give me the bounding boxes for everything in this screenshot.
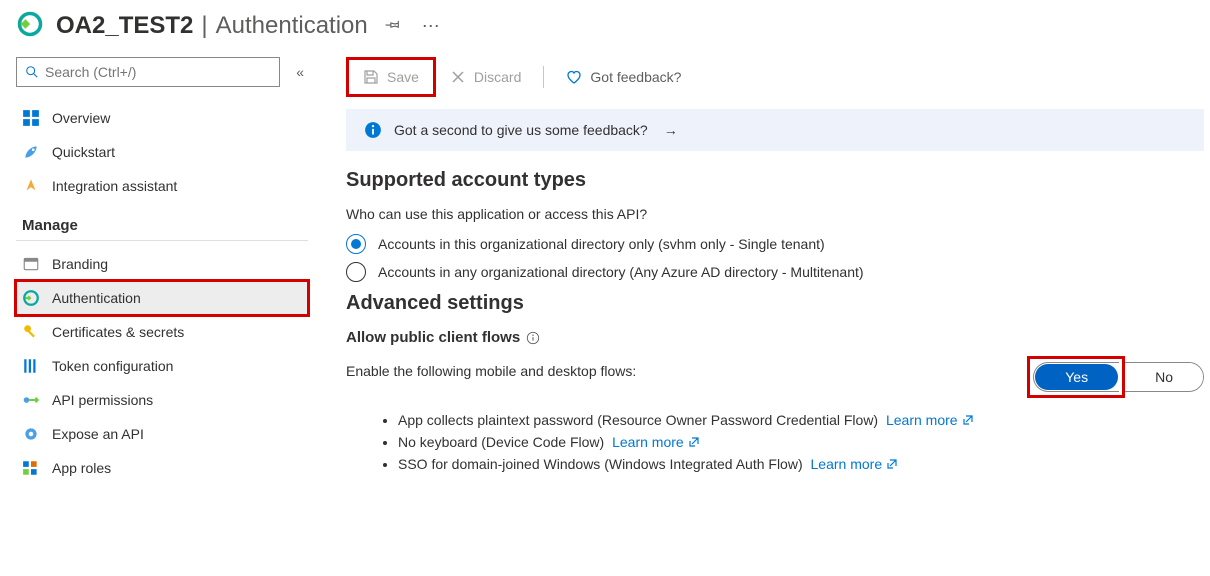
- public-client-flows-toggle-no: No: [1125, 362, 1204, 392]
- list-item: SSO for domain-joined Windows (Windows I…: [398, 456, 1204, 472]
- sidebar-item-label: Authentication: [52, 290, 141, 306]
- quickstart-icon: [22, 143, 40, 161]
- api-permissions-icon: [22, 391, 40, 409]
- chevron-double-left-icon: «: [296, 64, 304, 80]
- page-header: OA2_TEST2 | Authentication ⋯: [0, 0, 1210, 57]
- pin-button[interactable]: [380, 11, 406, 40]
- sidebar-item-label: Expose an API: [52, 426, 144, 442]
- feedback-label: Got feedback?: [590, 69, 681, 85]
- public-client-flows-toggle: Yes: [1033, 362, 1119, 392]
- sidebar-item-expose-api[interactable]: Expose an API: [16, 417, 308, 451]
- flows-list: App collects plaintext password (Resourc…: [346, 412, 1204, 472]
- sidebar-item-label: Certificates & secrets: [52, 324, 184, 340]
- learn-more-link[interactable]: Learn more: [811, 456, 899, 472]
- discard-label: Discard: [474, 69, 521, 85]
- radio-label: Accounts in any organizational directory…: [378, 264, 864, 280]
- sidebar-item-integration-assistant[interactable]: Integration assistant: [16, 169, 308, 203]
- learn-more-link[interactable]: Learn more: [612, 434, 700, 450]
- list-item: No keyboard (Device Code Flow) Learn mor…: [398, 434, 1204, 450]
- feedback-banner-text: Got a second to give us some feedback?: [394, 122, 648, 138]
- external-link-icon: [962, 414, 974, 426]
- sidebar-item-certificates-secrets[interactable]: Certificates & secrets: [16, 315, 308, 349]
- pin-icon: [384, 15, 402, 33]
- search-icon: [25, 65, 39, 79]
- sidebar-item-label: API permissions: [52, 392, 153, 408]
- account-types-question: Who can use this application or access t…: [346, 206, 1204, 222]
- sidebar-item-label: Branding: [52, 256, 108, 272]
- sidebar-item-label: Overview: [52, 110, 110, 126]
- page-title: OA2_TEST2 | Authentication: [56, 12, 368, 40]
- main-content: Save Discard Got feedback? Got a second …: [320, 57, 1210, 498]
- search-input[interactable]: [45, 64, 271, 80]
- sidebar-item-overview[interactable]: Overview: [16, 101, 308, 135]
- sidebar: « Overview Quickstart Integration assist…: [0, 57, 320, 498]
- external-link-icon: [886, 458, 898, 470]
- discard-button[interactable]: Discard: [440, 63, 531, 91]
- ellipsis-icon: ⋯: [422, 16, 442, 36]
- sidebar-section-manage: Manage: [16, 203, 308, 241]
- radio-icon: [346, 262, 366, 282]
- sidebar-item-branding[interactable]: Branding: [16, 247, 308, 281]
- got-feedback-button[interactable]: Got feedback?: [556, 63, 691, 91]
- overview-icon: [22, 109, 40, 127]
- sidebar-item-label: Integration assistant: [52, 178, 177, 194]
- advanced-settings-heading: Advanced settings: [346, 292, 1204, 315]
- sidebar-item-app-roles[interactable]: App roles: [16, 451, 308, 485]
- heart-icon: [566, 69, 582, 85]
- key-icon: [22, 323, 40, 341]
- learn-more-link[interactable]: Learn more: [886, 412, 974, 428]
- rocket-icon: [22, 177, 40, 195]
- sidebar-item-label: Token configuration: [52, 358, 173, 374]
- app-name: OA2_TEST2: [56, 12, 193, 40]
- search-container[interactable]: [16, 57, 280, 87]
- collapse-sidebar-button[interactable]: «: [292, 60, 308, 84]
- flow-text: App collects plaintext password (Resourc…: [398, 412, 878, 428]
- toolbar: Save Discard Got feedback?: [346, 57, 1204, 97]
- app-roles-icon: [22, 459, 40, 477]
- radio-label: Accounts in this organizational director…: [378, 236, 825, 252]
- radio-option-single-tenant[interactable]: Accounts in this organizational director…: [346, 234, 1204, 254]
- token-icon: [22, 357, 40, 375]
- page-name: Authentication: [216, 12, 368, 40]
- radio-option-multitenant[interactable]: Accounts in any organizational directory…: [346, 262, 1204, 282]
- more-button[interactable]: ⋯: [418, 13, 446, 39]
- branding-icon: [22, 255, 40, 273]
- feedback-banner[interactable]: Got a second to give us some feedback? →: [346, 109, 1204, 151]
- supported-account-types-heading: Supported account types: [346, 169, 1204, 192]
- enable-flows-text: Enable the following mobile and desktop …: [346, 363, 636, 379]
- list-item: App collects plaintext password (Resourc…: [398, 412, 1204, 428]
- save-highlight-box: Save: [346, 57, 436, 97]
- save-button[interactable]: Save: [353, 63, 429, 91]
- sidebar-item-token-configuration[interactable]: Token configuration: [16, 349, 308, 383]
- info-outline-icon[interactable]: [526, 331, 540, 345]
- info-icon: [364, 121, 382, 139]
- sidebar-item-authentication[interactable]: Authentication: [16, 281, 308, 315]
- toggle-yes-button[interactable]: Yes: [1035, 364, 1118, 390]
- arrow-right-icon: →: [664, 122, 678, 138]
- title-separator: |: [201, 12, 207, 40]
- toolbar-divider: [543, 66, 544, 88]
- sidebar-item-label: App roles: [52, 460, 111, 476]
- external-link-icon: [688, 436, 700, 448]
- sidebar-item-quickstart[interactable]: Quickstart: [16, 135, 308, 169]
- flow-text: SSO for domain-joined Windows (Windows I…: [398, 456, 803, 472]
- radio-icon: [346, 234, 366, 254]
- app-registration-icon: [16, 10, 44, 41]
- toggle-no-button[interactable]: No: [1125, 363, 1203, 391]
- save-label: Save: [387, 69, 419, 85]
- close-icon: [450, 69, 466, 85]
- allow-public-client-flows-heading: Allow public client flows: [346, 329, 1204, 346]
- expose-api-icon: [22, 425, 40, 443]
- save-icon: [363, 69, 379, 85]
- flow-text: No keyboard (Device Code Flow): [398, 434, 604, 450]
- authentication-icon: [22, 289, 40, 307]
- sidebar-item-label: Quickstart: [52, 144, 115, 160]
- sidebar-item-api-permissions[interactable]: API permissions: [16, 383, 308, 417]
- toggle-highlight-box: Yes: [1027, 356, 1125, 398]
